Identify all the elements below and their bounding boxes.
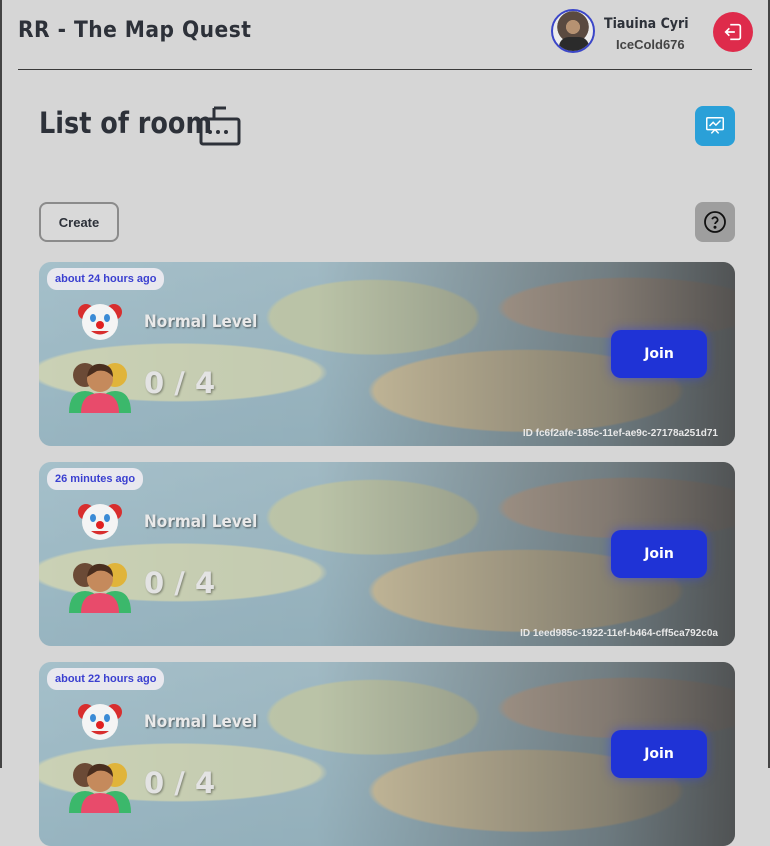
room-time-badge: about 22 hours ago	[47, 668, 165, 690]
question-circle-icon	[704, 211, 726, 233]
people-icon	[69, 563, 131, 613]
chart-board-icon	[706, 117, 724, 134]
players-count: 0 / 4	[144, 566, 216, 600]
room-card: 26 minutes ago Normal Level 0 / 4 Join I…	[39, 462, 735, 646]
join-button[interactable]: Join	[611, 730, 707, 778]
room-id: ID 1eed985c-1922-11ef-b464-cff5ca792c0a	[520, 628, 718, 639]
room-card: about 22 hours ago Normal Level 0 / 4 Jo…	[39, 662, 735, 846]
people-icon	[69, 363, 131, 413]
players-count: 0 / 4	[144, 766, 216, 800]
room-level: Normal Level	[144, 512, 258, 532]
room-id: ID fc6f2afe-185c-11ef-ae9c-27178a251d71	[522, 428, 718, 439]
user-handle: IceCold676	[616, 37, 685, 52]
radio-icon	[199, 106, 241, 146]
join-button[interactable]: Join	[611, 530, 707, 578]
room-time-badge: about 24 hours ago	[47, 268, 165, 290]
people-icon	[69, 763, 131, 813]
help-button[interactable]	[695, 202, 735, 242]
room-level: Normal Level	[144, 712, 258, 732]
logout-icon	[724, 23, 742, 41]
clown-icon	[78, 504, 122, 540]
logout-button[interactable]	[713, 12, 753, 52]
avatar[interactable]	[551, 9, 595, 53]
room-time-badge: 26 minutes ago	[47, 468, 144, 490]
user-name: Tiauina Cyri	[604, 16, 689, 32]
join-button[interactable]: Join	[611, 330, 707, 378]
app-title: RR - The Map Quest	[18, 18, 252, 43]
create-room-button[interactable]: Create	[39, 202, 119, 242]
clown-icon	[78, 304, 122, 340]
page-title: List of room	[39, 106, 213, 140]
clown-icon	[78, 704, 122, 740]
room-card: about 24 hours ago Normal Level 0 / 4 Jo…	[39, 262, 735, 446]
header-bar: RR - The Map Quest Tiauina Cyri IceCold6…	[18, 0, 753, 70]
players-count: 0 / 4	[144, 366, 216, 400]
stats-button[interactable]	[695, 106, 735, 146]
room-level: Normal Level	[144, 312, 258, 332]
